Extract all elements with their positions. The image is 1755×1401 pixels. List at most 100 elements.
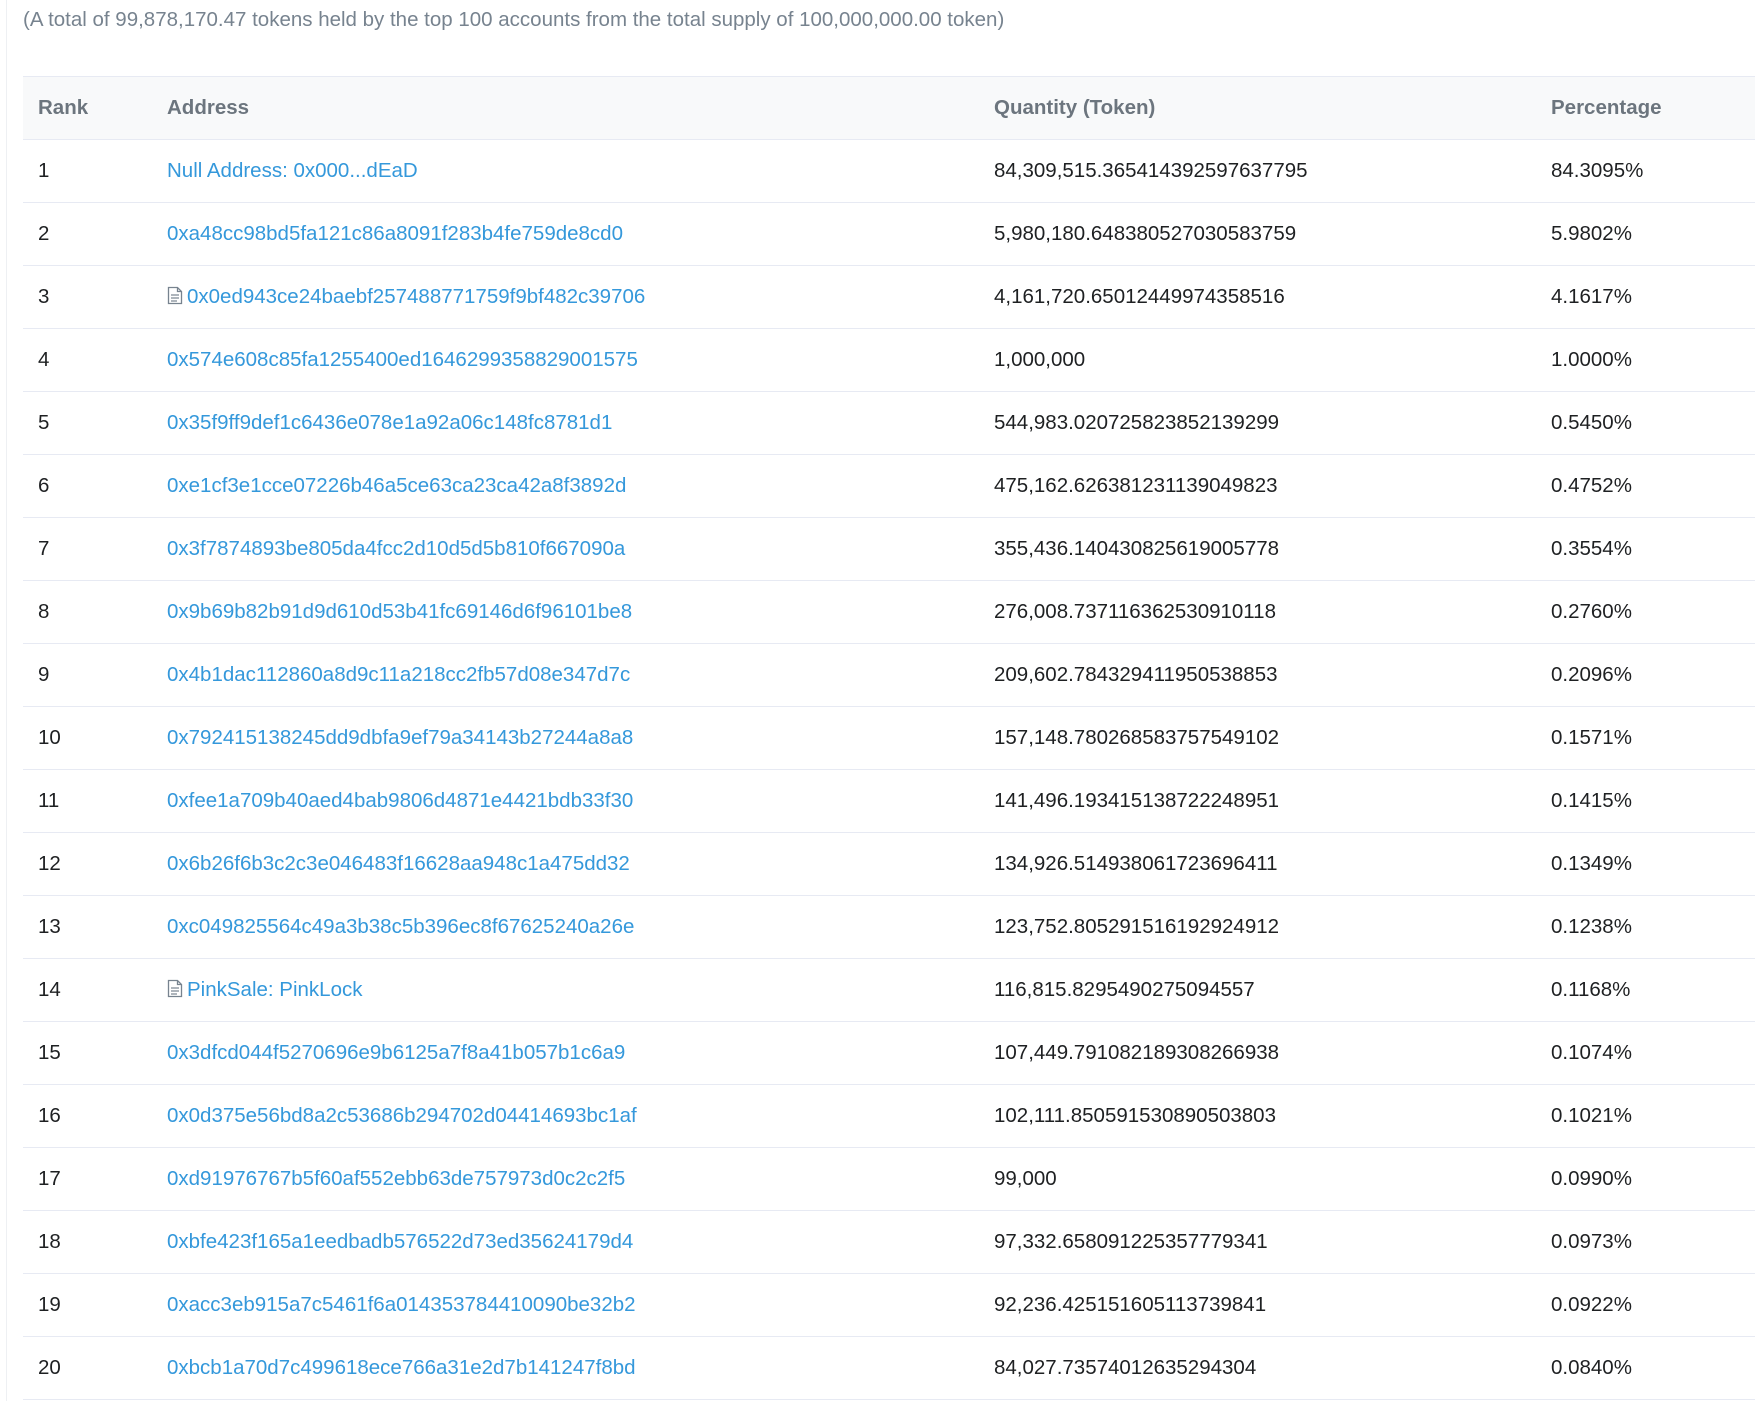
table-row: 20 0xbcb1a70d7c499618ece766a31e2d7b141247… [23, 1336, 1755, 1400]
table-row: 6 0xe1cf3e1cce07226b46a5ce63ca23ca42a8f38… [23, 454, 1755, 518]
percentage-cell: 0.1571% [1536, 706, 1755, 770]
address-cell: 0x35f9ff9def1c6436e078e1a92a06c148fc8781… [152, 391, 979, 455]
holder-address-link[interactable]: 0xbfe423f165a1eedbadb576522d73ed35624179… [167, 1230, 633, 1253]
holder-address-link[interactable]: 0xa48cc98bd5fa121c86a8091f283b4fe759de8c… [167, 222, 623, 245]
address-cell: PinkSale: PinkLock [152, 958, 979, 1022]
holder-address-link[interactable]: 0xacc3eb915a7c5461f6a014353784410090be32… [167, 1293, 636, 1316]
quantity-cell: 475,162.626381231139049823 [979, 454, 1536, 518]
holder-address-link[interactable]: 0x0ed943ce24baebf257488771759f9bf482c397… [187, 285, 645, 308]
holder-address-link[interactable]: 0xc049825564c49a3b38c5b396ec8f67625240a2… [167, 915, 634, 938]
quantity-cell: 107,449.791082189308266938 [979, 1021, 1536, 1085]
percentage-cell: 0.1021% [1536, 1084, 1755, 1148]
rank-cell: 18 [23, 1210, 152, 1274]
holder-address-link[interactable]: 0x792415138245dd9dbfa9ef79a34143b27244a8… [167, 726, 633, 749]
address-cell: 0x3dfcd044f5270696e9b6125a7f8a41b057b1c6… [152, 1021, 979, 1085]
header-row: Rank Address Quantity (Token) Percentage [23, 76, 1755, 140]
table-row: 15 0x3dfcd044f5270696e9b6125a7f8a41b057b1… [23, 1021, 1755, 1085]
table-row: 8 0x9b69b82b91d9d610d53b41fc69146d6f96101… [23, 580, 1755, 644]
holders-table: Rank Address Quantity (Token) Percentage… [23, 76, 1755, 1400]
rank-cell: 11 [23, 769, 152, 833]
table-row: 12 0x6b26f6b3c2c3e046483f16628aa948c1a475… [23, 832, 1755, 896]
table-row: 11 0xfee1a709b40aed4bab9806d4871e4421bdb3… [23, 769, 1755, 833]
quantity-cell: 84,027.73574012635294304 [979, 1336, 1536, 1400]
percentage-cell: 0.2760% [1536, 580, 1755, 644]
table-row: 3 0x0ed943ce24baebf257488771759f9bf482c39… [23, 265, 1755, 329]
percentage-cell: 0.0990% [1536, 1147, 1755, 1211]
holder-address-link[interactable]: 0xbcb1a70d7c499618ece766a31e2d7b141247f8… [167, 1356, 636, 1379]
percentage-cell: 0.5450% [1536, 391, 1755, 455]
holder-address-link[interactable]: 0x3f7874893be805da4fcc2d10d5d5b810f66709… [167, 537, 625, 560]
holder-address-link[interactable]: 0x3dfcd044f5270696e9b6125a7f8a41b057b1c6… [167, 1041, 625, 1064]
address-cell: 0x6b26f6b3c2c3e046483f16628aa948c1a475dd… [152, 832, 979, 896]
percentage-cell: 0.1349% [1536, 832, 1755, 896]
address-cell: 0x792415138245dd9dbfa9ef79a34143b27244a8… [152, 706, 979, 770]
address-cell: 0xd91976767b5f60af552ebb63de757973d0c2c2… [152, 1147, 979, 1211]
quantity-cell: 544,983.020725823852139299 [979, 391, 1536, 455]
percentage-cell: 0.2096% [1536, 643, 1755, 707]
rank-cell: 14 [23, 958, 152, 1022]
quantity-cell: 209,602.784329411950538853 [979, 643, 1536, 707]
address-cell: 0xe1cf3e1cce07226b46a5ce63ca23ca42a8f389… [152, 454, 979, 518]
percentage-cell: 0.1415% [1536, 769, 1755, 833]
address-cell: 0xfee1a709b40aed4bab9806d4871e4421bdb33f… [152, 769, 979, 833]
table-row: 5 0x35f9ff9def1c6436e078e1a92a06c148fc878… [23, 391, 1755, 455]
rank-cell: 17 [23, 1147, 152, 1211]
table-row: 9 0x4b1dac112860a8d9c11a218cc2fb57d08e347… [23, 643, 1755, 707]
quantity-cell: 1,000,000 [979, 328, 1536, 392]
address-cell: 0x9b69b82b91d9d610d53b41fc69146d6f96101b… [152, 580, 979, 644]
rank-cell: 12 [23, 832, 152, 896]
holder-address-link[interactable]: 0xe1cf3e1cce07226b46a5ce63ca23ca42a8f389… [167, 474, 626, 497]
quantity-cell: 157,148.780268583757549102 [979, 706, 1536, 770]
holder-address-link[interactable]: 0x35f9ff9def1c6436e078e1a92a06c148fc8781… [167, 411, 612, 434]
table-row: 16 0x0d375e56bd8a2c53686b294702d04414693b… [23, 1084, 1755, 1148]
rank-cell: 16 [23, 1084, 152, 1148]
rank-cell: 3 [23, 265, 152, 329]
left-divider [6, 0, 7, 1401]
percentage-cell: 0.1074% [1536, 1021, 1755, 1085]
holder-address-link[interactable]: 0x9b69b82b91d9d610d53b41fc69146d6f96101b… [167, 600, 632, 623]
table-row: 17 0xd91976767b5f60af552ebb63de757973d0c2… [23, 1147, 1755, 1211]
address-cell: 0x574e608c85fa1255400ed16462993588290015… [152, 328, 979, 392]
holders-summary: (A total of 99,878,170.47 tokens held by… [23, 8, 1005, 31]
rank-cell: 9 [23, 643, 152, 707]
quantity-cell: 116,815.8295490275094557 [979, 958, 1536, 1022]
holder-address-link[interactable]: 0x6b26f6b3c2c3e046483f16628aa948c1a475dd… [167, 852, 630, 875]
quantity-cell: 355,436.140430825619005778 [979, 517, 1536, 581]
address-cell: 0xbcb1a70d7c499618ece766a31e2d7b141247f8… [152, 1336, 979, 1400]
table-row: 1 Null Address: 0x000...dEaD 84,309,515.36… [23, 139, 1755, 203]
percentage-cell: 5.9802% [1536, 202, 1755, 266]
table-row: 18 0xbfe423f165a1eedbadb576522d73ed356241… [23, 1210, 1755, 1274]
rank-cell: 15 [23, 1021, 152, 1085]
file-contract-icon [167, 286, 183, 305]
quantity-cell: 84,309,515.365414392597637795 [979, 139, 1536, 203]
percentage-cell: 0.0922% [1536, 1273, 1755, 1337]
percentage-cell: 0.1238% [1536, 895, 1755, 959]
percentage-cell: 0.0840% [1536, 1336, 1755, 1400]
rank-cell: 6 [23, 454, 152, 518]
quantity-header: Quantity (Token) [979, 76, 1536, 140]
quantity-cell: 92,236.425151605113739841 [979, 1273, 1536, 1337]
address-cell: Null Address: 0x000...dEaD [152, 139, 979, 203]
holder-address-link[interactable]: 0xd91976767b5f60af552ebb63de757973d0c2c2… [167, 1167, 625, 1190]
rank-cell: 13 [23, 895, 152, 959]
file-contract-icon [167, 979, 183, 998]
table-row: 14 PinkSale: PinkLock 116,815.829549027509… [23, 958, 1755, 1022]
address-cell: 0xa48cc98bd5fa121c86a8091f283b4fe759de8c… [152, 202, 979, 266]
holder-address-link[interactable]: 0x574e608c85fa1255400ed16462993588290015… [167, 348, 638, 371]
address-cell: 0x0d375e56bd8a2c53686b294702d04414693bc1… [152, 1084, 979, 1148]
rank-cell: 20 [23, 1336, 152, 1400]
percentage-cell: 0.4752% [1536, 454, 1755, 518]
holder-address-link[interactable]: 0xfee1a709b40aed4bab9806d4871e4421bdb33f… [167, 789, 633, 812]
quantity-cell: 102,111.850591530890503803 [979, 1084, 1536, 1148]
address-header: Address [152, 76, 979, 140]
table-row: 2 0xa48cc98bd5fa121c86a8091f283b4fe759de8… [23, 202, 1755, 266]
percentage-cell: 4.1617% [1536, 265, 1755, 329]
holder-address-link[interactable]: 0x4b1dac112860a8d9c11a218cc2fb57d08e347d… [167, 663, 630, 686]
holder-address-link[interactable]: 0x0d375e56bd8a2c53686b294702d04414693bc1… [167, 1104, 637, 1127]
holder-address-link[interactable]: PinkSale: PinkLock [187, 978, 362, 1001]
holder-address-link[interactable]: Null Address: 0x000...dEaD [167, 159, 418, 182]
percentage-header: Percentage [1536, 76, 1755, 140]
quantity-cell: 97,332.658091225357779341 [979, 1210, 1536, 1274]
table-body: 1 Null Address: 0x000...dEaD 84,309,515.36… [23, 139, 1755, 1400]
token-holders-page: (A total of 99,878,170.47 tokens held by… [0, 0, 1755, 1401]
